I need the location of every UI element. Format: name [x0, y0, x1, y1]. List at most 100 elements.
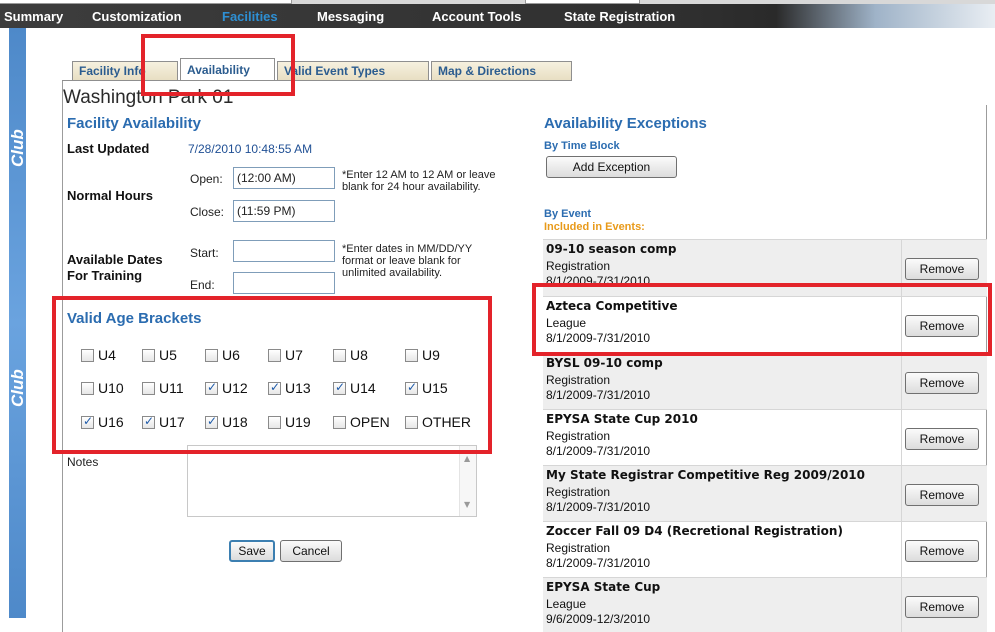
- nav-customization[interactable]: Customization: [92, 9, 182, 24]
- checkbox-box[interactable]: [268, 349, 281, 362]
- start-date-input[interactable]: [233, 240, 335, 262]
- checkbox-box[interactable]: [405, 416, 418, 429]
- checkbox-box[interactable]: [405, 380, 418, 395]
- checkbox-label: U18: [222, 414, 248, 430]
- scroll-down-arrow-icon[interactable]: ▼: [464, 500, 470, 509]
- checkbox-label: U4: [98, 347, 116, 363]
- event-type: Registration: [546, 541, 611, 555]
- by-event-label: By Event: [544, 208, 592, 220]
- event-row: Azteca Competitive League 8/1/2009-7/31/…: [543, 296, 987, 353]
- checkbox-box[interactable]: [142, 414, 155, 429]
- checkbox-label: U19: [285, 414, 311, 430]
- last-updated-value: 7/28/2010 10:48:55 AM: [188, 142, 313, 156]
- event-row: 09-10 season comp Registration 8/1/2009-…: [543, 239, 987, 296]
- remove-button[interactable]: Remove: [905, 372, 979, 394]
- scroll-up-arrow-icon[interactable]: ▲: [464, 454, 470, 463]
- tab-map-directions[interactable]: Map & Directions: [431, 61, 572, 80]
- hours-note: *Enter 12 AM to 12 AM or leave blank for…: [342, 169, 496, 193]
- add-exception-button[interactable]: Add Exception: [546, 156, 677, 178]
- checkbox-label: U13: [285, 380, 311, 396]
- event-dates: 8/1/2009-7/31/2010: [546, 500, 651, 514]
- availability-exceptions-heading: Availability Exceptions: [544, 115, 707, 132]
- end-date-input[interactable]: [233, 272, 335, 294]
- event-row: My State Registrar Competitive Reg 2009/…: [543, 465, 987, 521]
- remove-button[interactable]: Remove: [905, 540, 979, 562]
- checkbox-label: U7: [285, 347, 303, 363]
- notes-textarea[interactable]: ▲ ▼: [187, 445, 477, 517]
- event-dates: 8/1/2009-7/31/2010: [546, 331, 651, 345]
- row-divider: [901, 297, 902, 353]
- checkbox-label: U6: [222, 347, 240, 363]
- nav-state-registration[interactable]: State Registration: [564, 9, 675, 24]
- checkbox-box[interactable]: [205, 414, 218, 429]
- checkbox-box[interactable]: [333, 349, 346, 362]
- open-label: Open:: [190, 172, 223, 186]
- checkbox-box[interactable]: [333, 416, 346, 429]
- event-dates: 8/1/2009-7/31/2010: [546, 274, 651, 288]
- event-dates: 8/1/2009-7/31/2010: [546, 444, 651, 458]
- event-name: Azteca Competitive: [546, 299, 678, 313]
- nav-messaging[interactable]: Messaging: [317, 9, 384, 24]
- club-watermark-bottom: Club: [8, 369, 27, 407]
- nav-account-tools[interactable]: Account Tools: [432, 9, 521, 24]
- left-club-strip: Club Club: [8, 28, 27, 618]
- checkbox-box[interactable]: [81, 382, 94, 395]
- checkbox-label: U16: [98, 414, 124, 430]
- event-name: EPYSA State Cup: [546, 580, 661, 594]
- event-name: Zoccer Fall 09 D4 (Recretional Registrat…: [546, 524, 843, 538]
- row-divider: [901, 522, 902, 577]
- club-watermark-top: Club: [8, 129, 27, 167]
- checkbox-box[interactable]: [268, 416, 281, 429]
- event-type: Registration: [546, 429, 611, 443]
- remove-button[interactable]: Remove: [905, 315, 979, 337]
- checkbox-box[interactable]: [205, 349, 218, 362]
- start-label: Start:: [190, 246, 219, 260]
- event-type: League: [546, 316, 587, 330]
- checkbox-label: U17: [159, 414, 185, 430]
- checkbox-box[interactable]: [81, 414, 94, 429]
- dates-note: *Enter dates in MM/DD/YY format or leave…: [342, 243, 473, 279]
- last-updated-label: Last Updated: [67, 141, 150, 156]
- event-row: EPYSA State Cup 2010 Registration 8/1/20…: [543, 409, 987, 465]
- checkbox-box[interactable]: [333, 380, 346, 395]
- checkbox-label: U14: [350, 380, 376, 396]
- remove-button[interactable]: Remove: [905, 428, 979, 450]
- event-name: My State Registrar Competitive Reg 2009/…: [546, 468, 865, 482]
- checkbox-box[interactable]: [268, 380, 281, 395]
- included-in-events-label: Included in Events:: [544, 221, 645, 233]
- row-divider: [901, 354, 902, 409]
- event-dates: 8/1/2009-7/31/2010: [546, 388, 651, 402]
- event-name: BYSL 09-10 comp: [546, 356, 663, 370]
- main-nav-bar: Summary Customization Facilities Messagi…: [0, 4, 995, 28]
- remove-button[interactable]: Remove: [905, 484, 979, 506]
- remove-button[interactable]: Remove: [905, 596, 979, 618]
- content-border-left: [62, 81, 63, 632]
- checkbox-label: U8: [350, 347, 368, 363]
- checkbox-box[interactable]: [205, 380, 218, 395]
- tab-valid-event-types[interactable]: Valid Event Types: [277, 61, 429, 80]
- cancel-button[interactable]: Cancel: [280, 540, 342, 562]
- tab-baseline: [62, 80, 572, 81]
- checkbox-box[interactable]: [405, 349, 418, 362]
- checkbox-label: OPEN: [350, 414, 390, 430]
- save-button[interactable]: Save: [229, 540, 275, 562]
- tab-availability[interactable]: Availability: [180, 58, 275, 81]
- checkbox-label: U9: [422, 347, 440, 363]
- open-time-input[interactable]: (12:00 AM): [233, 167, 335, 189]
- tab-facility-info[interactable]: Facility Info: [72, 61, 178, 80]
- checkbox-label: OTHER: [422, 414, 471, 430]
- event-dates: 8/1/2009-7/31/2010: [546, 556, 651, 570]
- nav-summary[interactable]: Summary: [4, 9, 63, 24]
- checkbox-box[interactable]: [142, 382, 155, 395]
- event-name: EPYSA State Cup 2010: [546, 412, 698, 426]
- remove-button[interactable]: Remove: [905, 258, 979, 280]
- checkbox-box[interactable]: [142, 349, 155, 362]
- checkbox-box[interactable]: [81, 349, 94, 362]
- close-time-input[interactable]: (11:59 PM): [233, 200, 335, 222]
- by-time-block-label: By Time Block: [544, 140, 620, 152]
- notes-scrollbar[interactable]: ▲ ▼: [459, 446, 476, 516]
- checkbox-label: U5: [159, 347, 177, 363]
- close-label: Close:: [190, 205, 225, 219]
- normal-hours-label: Normal Hours: [67, 188, 153, 203]
- nav-facilities[interactable]: Facilities: [222, 9, 278, 24]
